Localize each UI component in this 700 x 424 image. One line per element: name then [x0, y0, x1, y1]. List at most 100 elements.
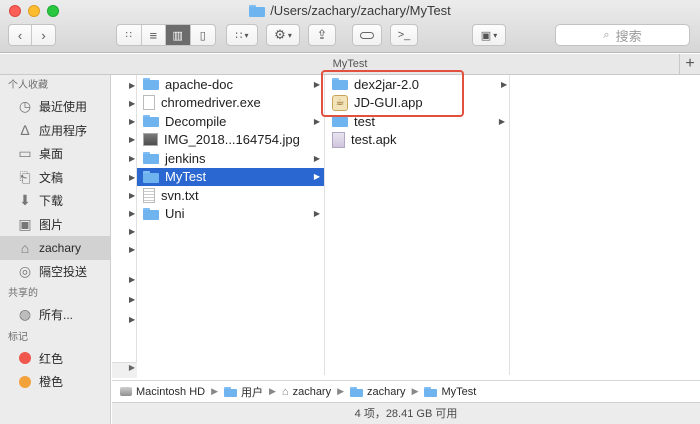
list-item[interactable]: apache-doc ▶ [137, 75, 324, 94]
new-tab-button[interactable]: + [679, 54, 700, 75]
tags-button[interactable] [352, 24, 382, 46]
chevron-right-icon: ▶ [313, 116, 320, 126]
item-name: dex2jar-2.0 [354, 76, 420, 92]
list-item[interactable]: Decompile ▶ [137, 112, 324, 131]
status-bar: 4 项，28.41 GB 可用 [112, 402, 700, 424]
item-name: test.apk [351, 132, 397, 148]
item-name: chromedriver.exe [161, 95, 261, 111]
list-item[interactable]: ☕ JD-GUI.app [326, 94, 509, 113]
chevron-right-icon: ▶ [129, 315, 136, 324]
column-4[interactable] [511, 75, 700, 375]
icon-view-button[interactable]: ∷ [117, 25, 142, 45]
sidebar-item-label: 图片 [39, 217, 64, 232]
grid-icon: ∷ [125, 29, 132, 41]
share-button[interactable]: ⇪ [308, 24, 336, 46]
chevron-right-icon: ▶ [129, 191, 136, 200]
list-item[interactable]: jenkins ▶ [137, 149, 324, 168]
chevron-right-icon: ▶ [313, 209, 320, 219]
sidebar-item-pictures[interactable]: ▣ 图片 [0, 213, 110, 237]
apps-icon: ∆ [20, 122, 30, 139]
red-tag-icon [19, 352, 31, 365]
chevron-right-icon: ▶ [337, 386, 345, 396]
list-item[interactable]: chromedriver.exe [137, 94, 324, 113]
status-text: 4 项，28.41 GB 可用 [354, 408, 458, 420]
sidebar-item-label: 下载 [39, 194, 64, 209]
sidebar-item-desktop[interactable]: ▭ 桌面 [0, 142, 110, 166]
desktop-icon: ▭ [18, 145, 32, 162]
window-titlebar: /Users/zachary/zachary/MyTest ‹ › ∷ ≡ ▥ … [0, 0, 700, 53]
columns-icon: ▥ [172, 29, 183, 42]
item-name: svn.txt [161, 187, 199, 203]
list-item[interactable]: test ▶ [326, 112, 509, 131]
list-item[interactable]: test.apk [326, 131, 509, 150]
clock-icon: ◷ [18, 98, 32, 115]
item-name: IMG_2018...164754.jpg [164, 132, 300, 148]
chevron-right-icon: › [41, 27, 46, 43]
document-icon: ⎗ [19, 168, 31, 185]
list-item[interactable]: svn.txt [137, 186, 324, 205]
chevron-down-icon: ▾ [287, 30, 292, 40]
sidebar-item-label: 橙色 [39, 375, 64, 390]
window-title-text: /Users/zachary/zachary/MyTest [270, 3, 451, 18]
sidebar-item-recents[interactable]: ◷ 最近使用 [0, 95, 110, 119]
sidebar-item-all-shared[interactable]: ◍ 所有... [0, 303, 110, 327]
list-view-button[interactable]: ≡ [142, 25, 166, 45]
airdrop-icon: ◎ [18, 262, 32, 279]
chevron-right-icon: ▶ [129, 245, 136, 254]
column-2: apache-doc ▶ chromedriver.exe Decompile … [137, 75, 325, 375]
sidebar-item-downloads[interactable]: ⬇ 下载 [0, 189, 110, 213]
home-icon: ⌂ [281, 385, 289, 398]
action-button[interactable]: ⚙ ▾ [266, 24, 300, 46]
toolbox-button[interactable]: ▣ ▾ [472, 24, 506, 46]
orange-tag-icon [19, 375, 31, 388]
list-icon: ≡ [149, 27, 158, 43]
network-icon: ◍ [18, 306, 32, 323]
sidebar-item-applications[interactable]: ∆ 应用程序 [0, 119, 110, 143]
sidebar-item-label: 文稿 [39, 170, 64, 185]
chevron-right-icon: ▶ [129, 275, 136, 284]
chevron-right-icon: ▶ [129, 227, 136, 236]
folder-icon [332, 78, 348, 91]
gear-icon: ⚙ [274, 27, 286, 42]
breadcrumb-item[interactable]: Macintosh HD [136, 386, 205, 398]
item-name: apache-doc [165, 76, 233, 92]
share-icon: ⇪ [316, 27, 328, 42]
breadcrumb-item[interactable]: 用户 [241, 384, 263, 400]
file-icon [143, 95, 155, 111]
sidebar-item-label: 隔空投送 [39, 264, 88, 279]
breadcrumb-item[interactable]: zachary [293, 386, 332, 398]
chevron-left-icon: ‹ [17, 27, 23, 43]
gallery-view-button[interactable]: ▯ [191, 25, 215, 45]
sidebar-item-documents[interactable]: ⎗ 文稿 [0, 166, 110, 190]
list-item[interactable]: dex2jar-2.0 [326, 75, 509, 94]
breadcrumb-item[interactable]: zachary [367, 386, 406, 398]
sidebar-item-label: 最近使用 [39, 100, 88, 115]
list-item[interactable]: IMG_2018...164754.jpg [137, 131, 324, 150]
group-by-button[interactable]: ∷ ▾ [226, 24, 258, 46]
list-item[interactable]: Uni ▶ [137, 205, 324, 224]
column-1-scroll-indicator[interactable]: ▶ [112, 362, 137, 378]
sidebar-item-airdrop[interactable]: ◎ 隔空投送 [0, 260, 110, 284]
terminal-button[interactable]: >_ [390, 24, 418, 46]
sidebar-item-label: zachary [39, 240, 82, 255]
sidebar-item-label: 所有... [39, 308, 74, 323]
column-view-button[interactable]: ▥ [166, 25, 191, 45]
list-item-selected[interactable]: MyTest ▶ [137, 167, 324, 186]
sidebar-item-home[interactable]: ⌂ zachary [0, 236, 110, 260]
back-button[interactable]: ‹ [9, 25, 33, 45]
sidebar-item-tag-orange[interactable]: 橙色 [0, 370, 110, 394]
chevron-right-icon: ▶ [129, 154, 136, 163]
chevron-right-icon: ▶ [129, 117, 136, 126]
sidebar-tags-header: 标记 [8, 331, 28, 343]
chevron-down-icon: ▾ [244, 30, 249, 40]
search-field[interactable]: ⌕ 搜索 [555, 24, 690, 46]
breadcrumb-item[interactable]: MyTest [441, 386, 476, 398]
chevron-right-icon: ▶ [313, 79, 320, 89]
chevron-right-icon: ▶ [211, 386, 218, 396]
forward-button[interactable]: › [32, 25, 55, 45]
terminal-icon: >_ [397, 29, 411, 41]
chevron-right-icon: ▶ [269, 386, 276, 396]
sidebar-shared-header: 共享的 [8, 288, 38, 299]
sidebar-item-tag-red[interactable]: 红色 [0, 347, 110, 371]
sidebar-item-label: 应用程序 [39, 123, 88, 138]
